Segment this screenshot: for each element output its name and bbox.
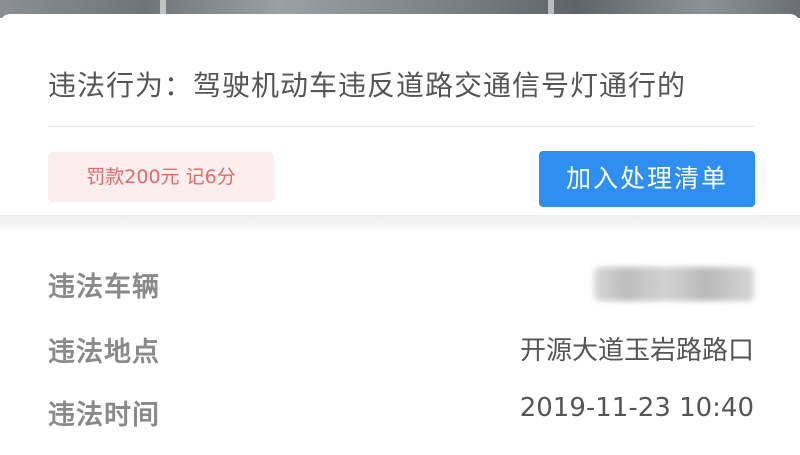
detail-value: 开源大道玉岩路路口 [519,336,754,366]
penalty-badge: 罚款200元 记6分 [48,152,274,202]
detail-label: 违法车辆 [48,272,160,303]
vehicle-plate-blurred [594,267,754,301]
violation-card: 违法行为：驾驶机动车违反道路交通信号灯通行的 罚款200元 记6分 加入处理清单 [0,14,800,220]
detail-value: 2019-11-23 10:40 [519,393,754,423]
section-separator [0,215,800,229]
detail-row-location: 违法地点 开源大道玉岩路路口 [48,330,754,370]
detail-label: 违法时间 [48,400,160,431]
violation-behavior: 违法行为：驾驶机动车违反道路交通信号灯通行的 [48,69,687,102]
add-to-list-button[interactable]: 加入处理清单 [539,151,755,207]
detail-label: 违法地点 [48,337,160,368]
detail-row-time: 违法时间 2019-11-23 10:40 [48,393,754,433]
detail-row-vehicle: 违法车辆 [48,265,754,305]
divider [48,126,754,127]
